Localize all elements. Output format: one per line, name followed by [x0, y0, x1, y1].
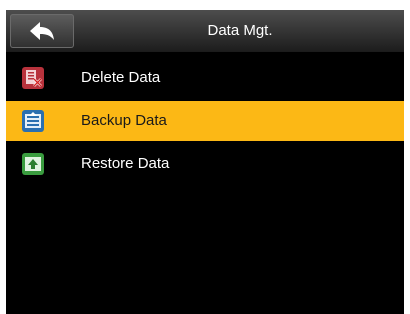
menu-list: Delete Data Backup Data Restore Data: [6, 58, 404, 187]
menu-item-backup-data[interactable]: Backup Data: [6, 101, 404, 141]
header-bar: Data Mgt.: [6, 10, 404, 52]
menu-item-label: Backup Data: [81, 112, 167, 129]
back-arrow-icon: [30, 22, 54, 40]
menu-item-delete-data[interactable]: Delete Data: [6, 58, 404, 98]
menu-item-label: Delete Data: [81, 69, 161, 86]
backup-data-icon: [22, 110, 44, 132]
delete-data-icon: [22, 67, 44, 89]
back-button[interactable]: [10, 14, 74, 48]
menu-item-restore-data[interactable]: Restore Data: [6, 144, 404, 184]
page-title: Data Mgt.: [207, 22, 273, 39]
restore-data-icon: [22, 153, 44, 175]
device-screen: Data Mgt. Delete Data Backup Data Restor…: [6, 10, 404, 314]
menu-item-label: Restore Data: [81, 155, 170, 172]
